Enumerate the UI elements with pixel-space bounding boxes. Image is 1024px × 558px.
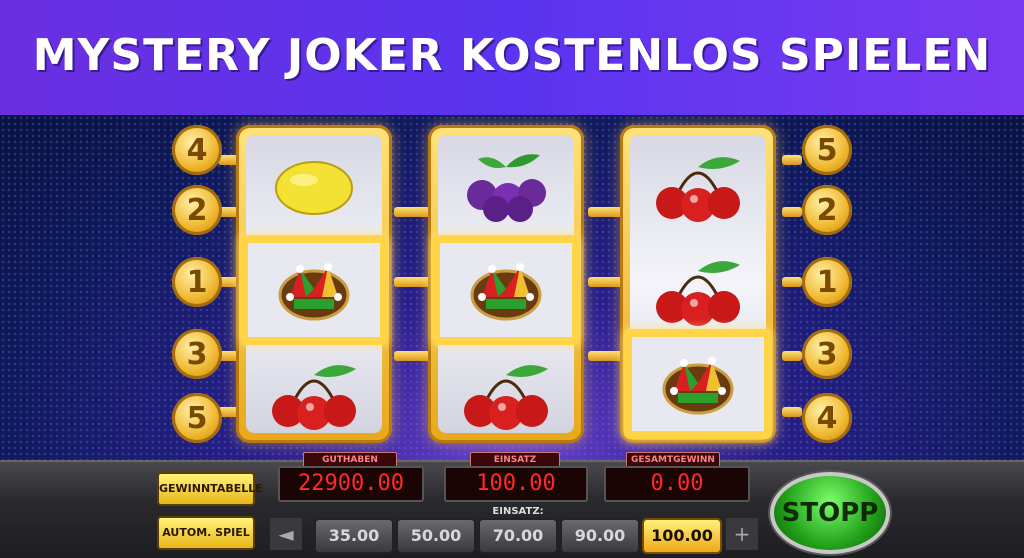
payline-connector <box>394 207 430 217</box>
bet-option[interactable]: 35.00 <box>314 518 394 554</box>
lemon-icon <box>275 161 353 215</box>
page-title: MYSTERY JOKER KOSTENLOS SPIELEN <box>32 30 992 81</box>
guthaben-display: 22900.00 <box>278 466 424 502</box>
bet-option-selected[interactable]: 100.00 <box>642 518 722 554</box>
payline-connector <box>782 407 802 417</box>
cherry-icon <box>464 365 548 430</box>
gewinntabelle-button[interactable]: GEWINNTABELLE <box>157 472 263 506</box>
cherry-symbol <box>630 137 766 237</box>
bet-increase-button[interactable]: + <box>726 518 758 550</box>
payline-coin-right: 3 <box>802 329 852 379</box>
payline-coin-right: 2 <box>802 185 852 235</box>
payline-coin-left: 3 <box>172 329 222 379</box>
lemon-symbol <box>246 137 382 237</box>
bet-option[interactable]: 70.00 <box>478 518 558 554</box>
bet-option[interactable]: 90.00 <box>560 518 640 554</box>
payline-coin-left: 1 <box>172 257 222 307</box>
gesamtgewinn-display: 0.00 <box>604 466 750 502</box>
joker-icon <box>470 263 542 321</box>
payline-coin-left: 2 <box>172 185 222 235</box>
payline-connector <box>782 207 802 217</box>
payline-connector <box>394 351 430 361</box>
cherry-icon <box>272 365 356 430</box>
payline-coin-left: 4 <box>172 125 222 175</box>
bet-option[interactable]: 50.00 <box>396 518 476 554</box>
autom-spiel-button[interactable]: AUTOM. SPIEL <box>157 516 255 550</box>
joker-icon <box>662 357 734 415</box>
cherry-icon <box>656 261 740 326</box>
stopp-button[interactable]: STOPP <box>770 472 890 554</box>
cherry-symbol <box>246 345 382 445</box>
payline-coin-left: 5 <box>172 393 222 443</box>
joker-icon <box>278 263 350 321</box>
joker-symbol-highlighted <box>232 231 396 349</box>
payline-coin-right: 4 <box>802 393 852 443</box>
payline-coin-right: 1 <box>802 257 852 307</box>
cherry-symbol <box>438 345 574 445</box>
einsatz-display: 100.00 <box>444 466 588 502</box>
slot-machine-stage: 4 2 1 3 5 5 2 1 3 4 <box>0 115 1024 460</box>
reel-1 <box>236 125 392 443</box>
payline-connector <box>588 277 624 287</box>
title-banner: MYSTERY JOKER KOSTENLOS SPIELEN <box>0 0 1024 115</box>
reel-2 <box>428 125 584 443</box>
payline-connector <box>782 351 802 361</box>
plum-icon <box>467 154 546 222</box>
payline-connector <box>782 277 802 287</box>
joker-symbol-highlighted <box>616 325 780 443</box>
payline-connector <box>588 207 624 217</box>
joker-symbol-highlighted <box>424 231 588 349</box>
reel-3 <box>620 125 776 443</box>
bet-decrease-button[interactable]: ◄ <box>270 518 302 550</box>
plum-symbol <box>438 137 574 237</box>
einsatz-selector-label: EINSATZ: <box>492 506 544 517</box>
payline-connector <box>782 155 802 165</box>
payline-coin-right: 5 <box>802 125 852 175</box>
cherry-icon <box>656 157 740 222</box>
